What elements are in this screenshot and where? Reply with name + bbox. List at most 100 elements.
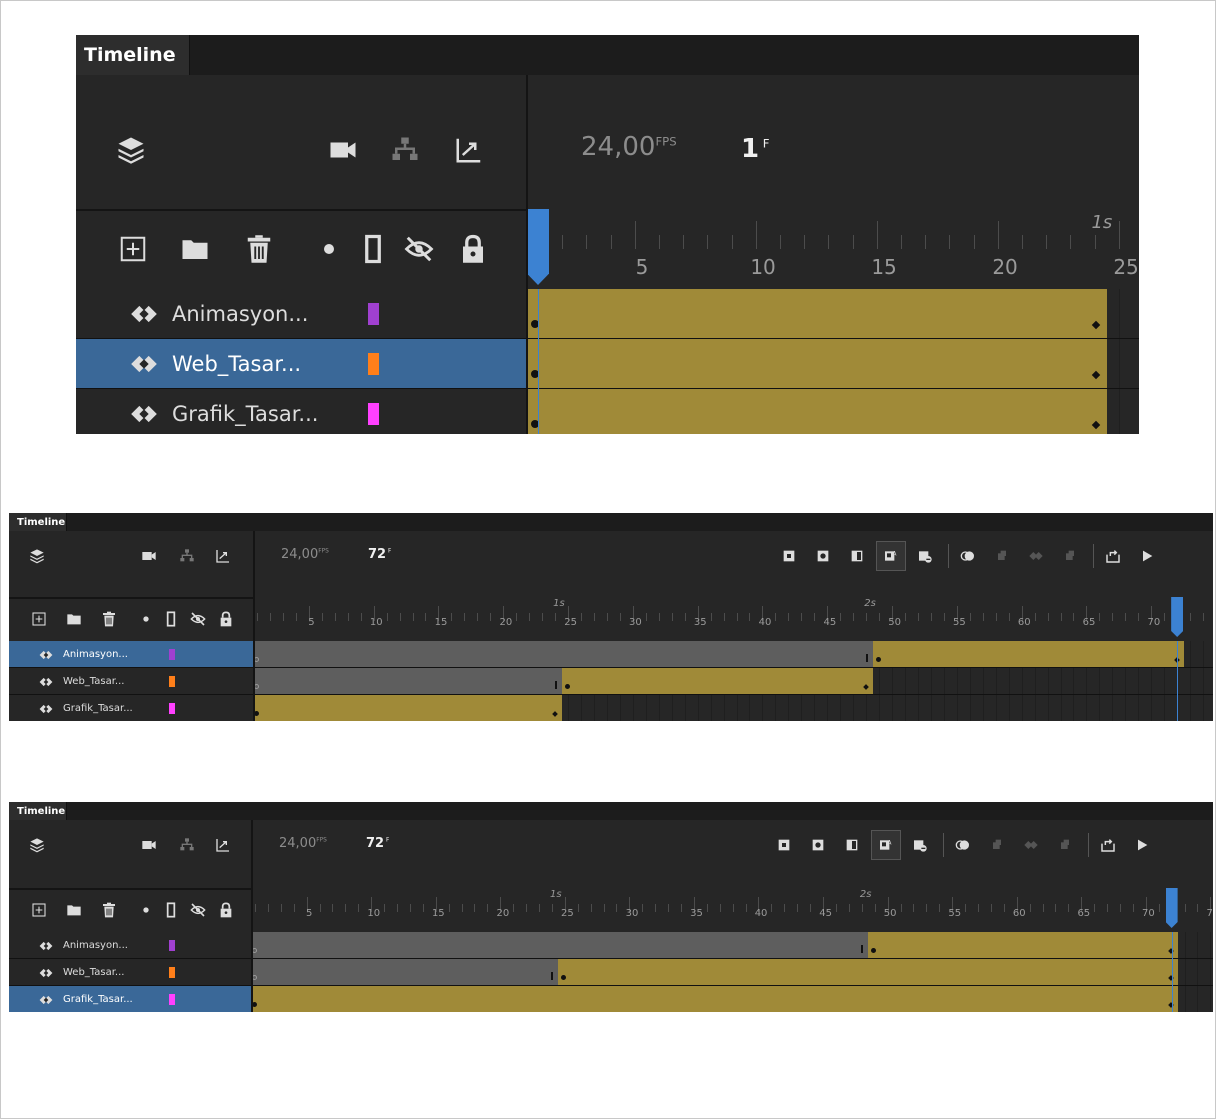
lock-icon[interactable] <box>218 611 234 627</box>
parenting-icon[interactable] <box>179 837 195 853</box>
graph-icon[interactable] <box>454 135 484 165</box>
outline-icon[interactable] <box>163 902 179 918</box>
tween-frames[interactable] <box>528 339 1107 388</box>
layers-icon[interactable] <box>29 548 45 564</box>
tween-frames[interactable] <box>558 959 1179 985</box>
visibility-icon[interactable] <box>404 234 434 264</box>
current-frame-display[interactable]: 72 F <box>368 547 391 562</box>
keyframe[interactable] <box>561 975 567 980</box>
graph-icon[interactable] <box>215 837 231 853</box>
fps-display[interactable]: 24,00FPS <box>279 836 327 851</box>
keyframe[interactable] <box>255 711 259 716</box>
play-button[interactable] <box>1132 541 1162 571</box>
layer-row[interactable]: Grafik_Tasar... <box>9 695 253 721</box>
parenting-icon[interactable] <box>390 135 420 165</box>
layer-row[interactable]: Web_Tasar... <box>9 959 251 986</box>
keyframe[interactable] <box>871 948 877 953</box>
layer-name[interactable]: Animasyon... <box>172 302 308 326</box>
keyframe-square-button[interactable] <box>769 830 799 860</box>
keyframe[interactable] <box>875 657 881 662</box>
new-layer-icon[interactable] <box>31 902 47 918</box>
outline-icon[interactable] <box>358 234 388 264</box>
auto-keyframe-button[interactable]: A <box>871 830 901 860</box>
camera-icon[interactable] <box>328 135 358 165</box>
outline-icon[interactable] <box>163 611 179 627</box>
tween-frames[interactable] <box>561 668 873 694</box>
keyframe[interactable] <box>253 975 257 980</box>
layer-color-swatch[interactable] <box>169 676 175 687</box>
layer-name[interactable]: Web_Tasar... <box>172 352 301 376</box>
blank-keyframe-button[interactable] <box>803 830 833 860</box>
new-layer-icon[interactable] <box>31 611 47 627</box>
onion-skin-button[interactable] <box>948 830 978 860</box>
layer-color-swatch[interactable] <box>169 967 175 978</box>
layer-color-swatch[interactable] <box>169 940 175 951</box>
layer-row[interactable]: Web_Tasar... <box>9 668 253 695</box>
visibility-icon[interactable] <box>190 902 206 918</box>
layer-row[interactable]: Animasyon... <box>76 289 526 339</box>
layer-row[interactable]: Animasyon... <box>9 641 253 668</box>
visibility-icon[interactable] <box>190 611 206 627</box>
graph-icon[interactable] <box>215 548 231 564</box>
playhead[interactable] <box>528 209 549 285</box>
delete-keyframe-button[interactable] <box>905 830 935 860</box>
tween-frames[interactable] <box>872 641 1184 667</box>
blank-keyframe-button[interactable] <box>808 541 838 571</box>
loop-button[interactable] <box>1093 830 1123 860</box>
layer-name[interactable]: Grafik_Tasar... <box>63 703 133 714</box>
tween-frames[interactable] <box>868 932 1179 958</box>
insert-frame-button[interactable] <box>837 830 867 860</box>
fps-display[interactable]: 24,00FPS <box>281 547 329 562</box>
new-folder-icon[interactable] <box>66 611 82 627</box>
auto-keyframe-button[interactable]: A <box>876 541 906 571</box>
static-frames[interactable] <box>253 932 869 958</box>
layer-name[interactable]: Animasyon... <box>63 649 128 660</box>
onion-skin-button[interactable] <box>953 541 983 571</box>
keyframe[interactable] <box>255 684 259 689</box>
fps-display[interactable]: 24,00FPS <box>581 132 677 162</box>
layer-color-swatch[interactable] <box>368 403 379 425</box>
layer-name[interactable]: Grafik_Tasar... <box>63 994 133 1005</box>
layer-color-swatch[interactable] <box>169 703 175 714</box>
tween-frames[interactable] <box>253 986 1179 1012</box>
lock-icon[interactable] <box>458 234 488 264</box>
dot-icon[interactable] <box>314 234 344 264</box>
keyframe-square-button[interactable] <box>774 541 804 571</box>
keyframe[interactable] <box>253 948 257 953</box>
static-frames[interactable] <box>255 641 873 667</box>
timeline-tab[interactable]: Timeline <box>76 35 190 75</box>
layers-icon[interactable] <box>29 837 45 853</box>
keyframe[interactable] <box>253 1002 257 1007</box>
current-frame-display[interactable]: 72 F <box>366 836 389 851</box>
playhead[interactable] <box>1171 597 1184 637</box>
layer-row[interactable]: Web_Tasar... <box>76 339 526 389</box>
timeline-tab[interactable]: Timeline <box>9 513 67 531</box>
tween-frames[interactable] <box>528 389 1107 434</box>
layer-row[interactable]: Grafik_Tasar... <box>76 389 526 434</box>
dot-icon[interactable] <box>138 611 154 627</box>
delete-icon[interactable] <box>101 611 117 627</box>
layer-color-swatch[interactable] <box>368 353 379 375</box>
keyframe[interactable] <box>255 657 259 662</box>
layer-color-swatch[interactable] <box>169 649 175 660</box>
layer-row[interactable]: Grafik_Tasar... <box>9 986 251 1012</box>
layer-name[interactable]: Web_Tasar... <box>63 967 124 978</box>
tween-frames[interactable] <box>528 289 1107 338</box>
layer-color-swatch[interactable] <box>368 303 379 325</box>
layers-icon[interactable] <box>116 135 146 165</box>
dot-icon[interactable] <box>138 902 154 918</box>
current-frame-display[interactable]: 1 F <box>741 134 770 164</box>
insert-frame-button[interactable] <box>842 541 872 571</box>
static-frames[interactable] <box>253 959 559 985</box>
layer-name[interactable]: Animasyon... <box>63 940 128 951</box>
play-button[interactable] <box>1127 830 1157 860</box>
layer-name[interactable]: Web_Tasar... <box>63 676 124 687</box>
layer-name[interactable]: Grafik_Tasar... <box>172 402 318 426</box>
new-layer-icon[interactable] <box>118 234 148 264</box>
layer-row[interactable]: Animasyon... <box>9 932 251 959</box>
timeline-tab[interactable]: Timeline <box>9 802 67 820</box>
keyframe[interactable] <box>564 684 570 689</box>
parenting-icon[interactable] <box>179 548 195 564</box>
new-folder-icon[interactable] <box>180 234 210 264</box>
loop-button[interactable] <box>1098 541 1128 571</box>
